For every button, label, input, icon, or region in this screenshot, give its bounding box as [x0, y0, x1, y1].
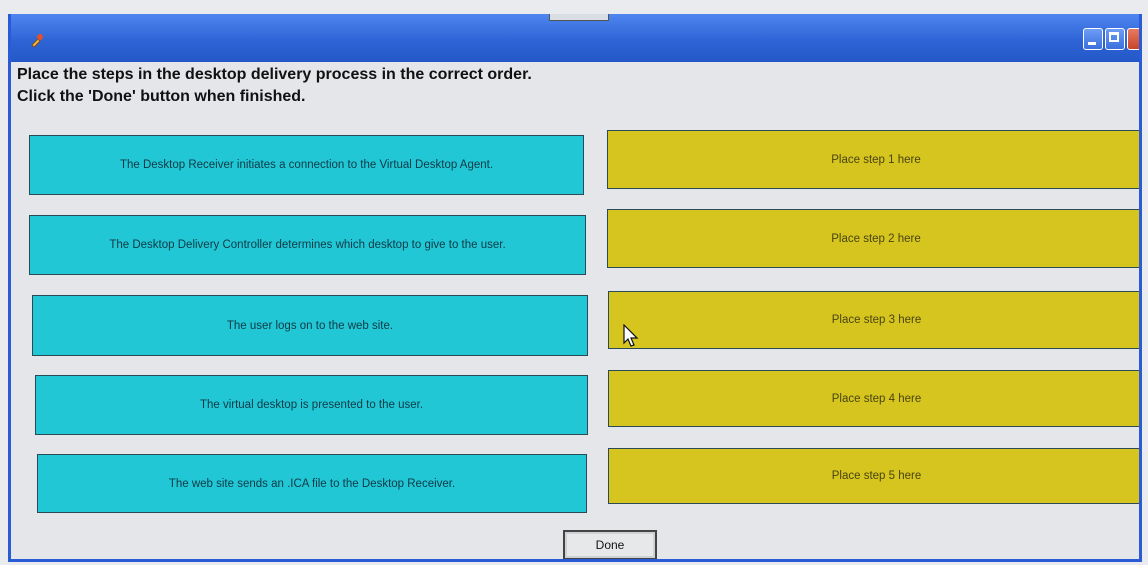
mouse-cursor-icon — [623, 324, 639, 347]
title-bar-tab — [549, 14, 609, 21]
done-button[interactable]: Done — [563, 530, 657, 559]
minimize-icon[interactable] — [1083, 28, 1103, 50]
step-tile[interactable]: The Desktop Receiver initiates a connect… — [29, 135, 584, 195]
app-icon — [31, 34, 43, 48]
title-bar[interactable] — [11, 14, 1139, 62]
target-slot-2[interactable]: Place step 2 here — [607, 209, 1139, 268]
instruction-line-1: Place the steps in the desktop delivery … — [17, 66, 532, 83]
step-tile[interactable]: The Desktop Delivery Controller determin… — [29, 215, 586, 275]
instructions: Place the steps in the desktop delivery … — [17, 64, 532, 108]
close-icon[interactable] — [1127, 28, 1139, 50]
target-slot-4[interactable]: Place step 4 here — [608, 370, 1139, 427]
maximize-icon[interactable] — [1105, 28, 1125, 50]
dialog-window: Place the steps in the desktop delivery … — [8, 14, 1142, 562]
target-slot-1[interactable]: Place step 1 here — [607, 130, 1139, 189]
step-tile[interactable]: The virtual desktop is presented to the … — [35, 375, 588, 435]
step-tile[interactable]: The user logs on to the web site. — [32, 295, 588, 356]
instruction-line-2: Click the 'Done' button when finished. — [17, 88, 306, 105]
target-slot-5[interactable]: Place step 5 here — [608, 448, 1139, 504]
target-slot-3[interactable]: Place step 3 here — [608, 291, 1139, 349]
step-tile[interactable]: The web site sends an .ICA file to the D… — [37, 454, 587, 513]
